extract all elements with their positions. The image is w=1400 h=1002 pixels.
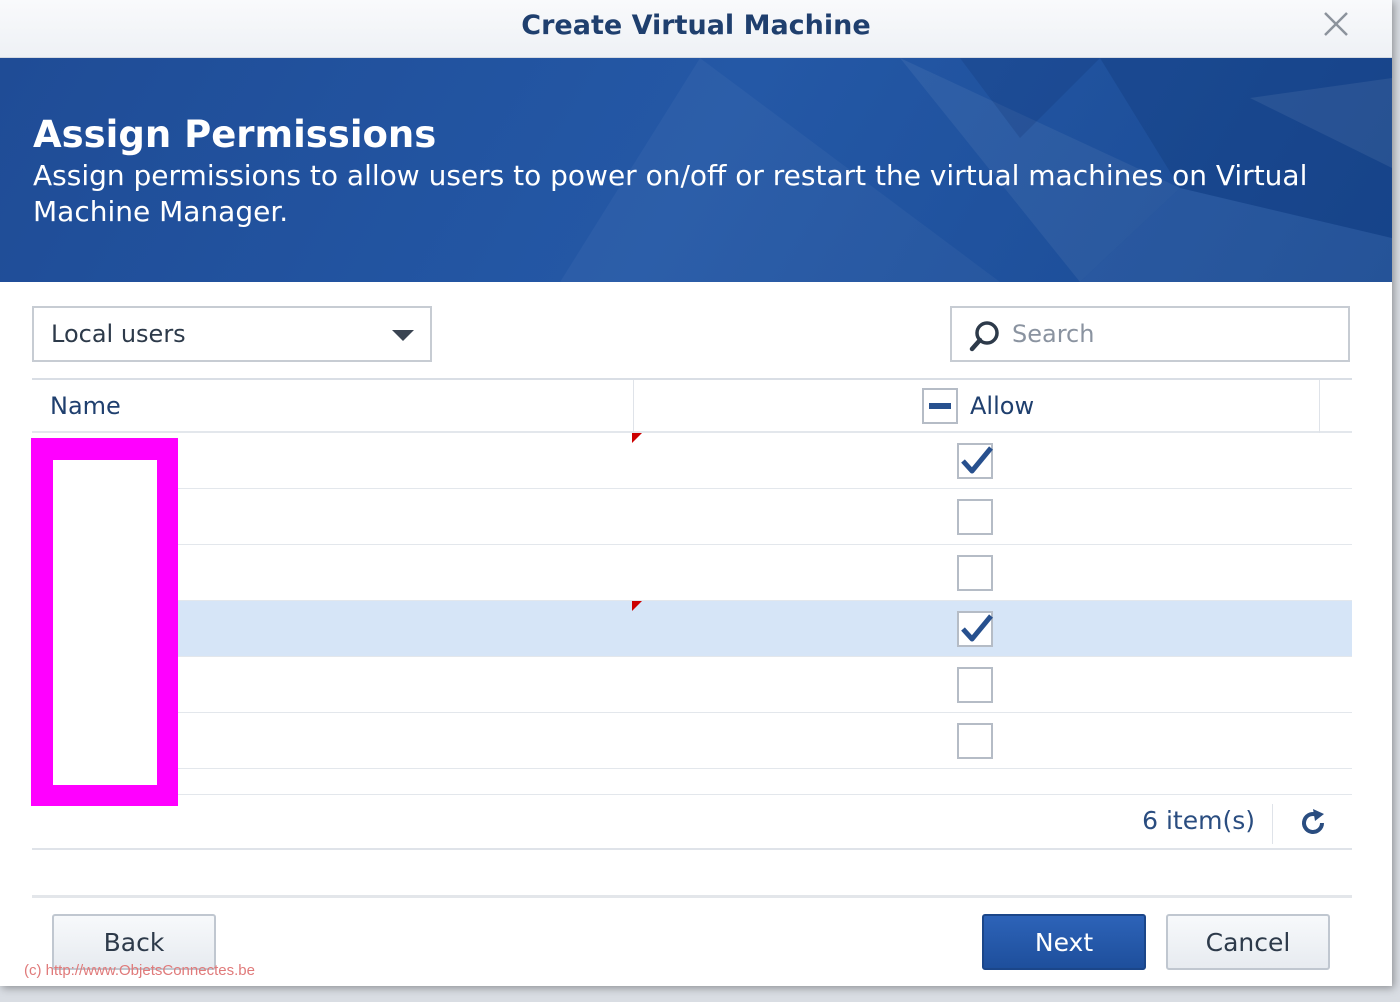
table-row[interactable]	[32, 657, 1352, 713]
create-vm-dialog: Create Virtual Machine Assign Permission…	[0, 0, 1392, 986]
grid-bottom-border	[32, 848, 1352, 850]
search-input[interactable]	[1012, 316, 1332, 352]
allow-checkbox[interactable]	[957, 555, 993, 591]
user-type-select[interactable]: Local users	[32, 306, 432, 362]
modified-flag-icon	[632, 433, 642, 443]
item-count: 6 item(s)	[1142, 806, 1255, 835]
refresh-icon[interactable]	[1298, 808, 1328, 838]
table-row[interactable]	[32, 433, 1352, 489]
permission-grid: Name Allow 6 item(s)	[32, 378, 1352, 850]
next-button[interactable]: Next	[982, 914, 1146, 970]
dialog-title: Create Virtual Machine	[521, 10, 871, 41]
column-header-allow[interactable]: Allow	[970, 392, 1034, 420]
user-type-select-value: Local users	[51, 320, 186, 348]
footer-separator	[32, 895, 1352, 898]
allow-checkbox[interactable]	[957, 723, 993, 759]
banner-description: Assign permissions to allow users to pow…	[33, 159, 1308, 228]
search-box[interactable]	[950, 306, 1350, 362]
cancel-button[interactable]: Cancel	[1166, 914, 1330, 970]
allow-checkbox[interactable]	[957, 443, 993, 479]
column-header-name[interactable]: Name	[50, 392, 121, 420]
footer-divider	[1272, 804, 1273, 844]
table-row[interactable]	[32, 713, 1352, 769]
modified-flag-icon	[632, 601, 642, 611]
table-row[interactable]	[32, 545, 1352, 601]
column-divider[interactable]	[633, 380, 634, 433]
allow-all-checkbox[interactable]	[922, 388, 958, 424]
allow-checkbox[interactable]	[957, 611, 993, 647]
column-divider	[1319, 380, 1320, 433]
search-icon	[968, 319, 1002, 353]
table-row[interactable]	[32, 489, 1352, 545]
dialog-titlebar: Create Virtual Machine	[0, 0, 1392, 58]
close-icon[interactable]	[1316, 8, 1356, 42]
watermark: (c) http://www.ObjetsConnectes.be	[24, 962, 255, 979]
table-row[interactable]	[32, 601, 1352, 657]
banner-title: Assign Permissions	[33, 113, 437, 156]
checkmark-icon	[961, 614, 993, 642]
partial-check-icon	[929, 403, 951, 409]
grid-footer-divider	[32, 794, 1352, 795]
allow-checkbox[interactable]	[957, 667, 993, 703]
checkmark-icon	[961, 446, 993, 474]
grid-header: Name Allow	[32, 378, 1352, 433]
allow-checkbox[interactable]	[957, 499, 993, 535]
chevron-down-icon	[392, 330, 414, 341]
step-banner: Assign Permissions Assign permissions to…	[0, 58, 1392, 282]
redaction-box-inner	[53, 460, 157, 785]
